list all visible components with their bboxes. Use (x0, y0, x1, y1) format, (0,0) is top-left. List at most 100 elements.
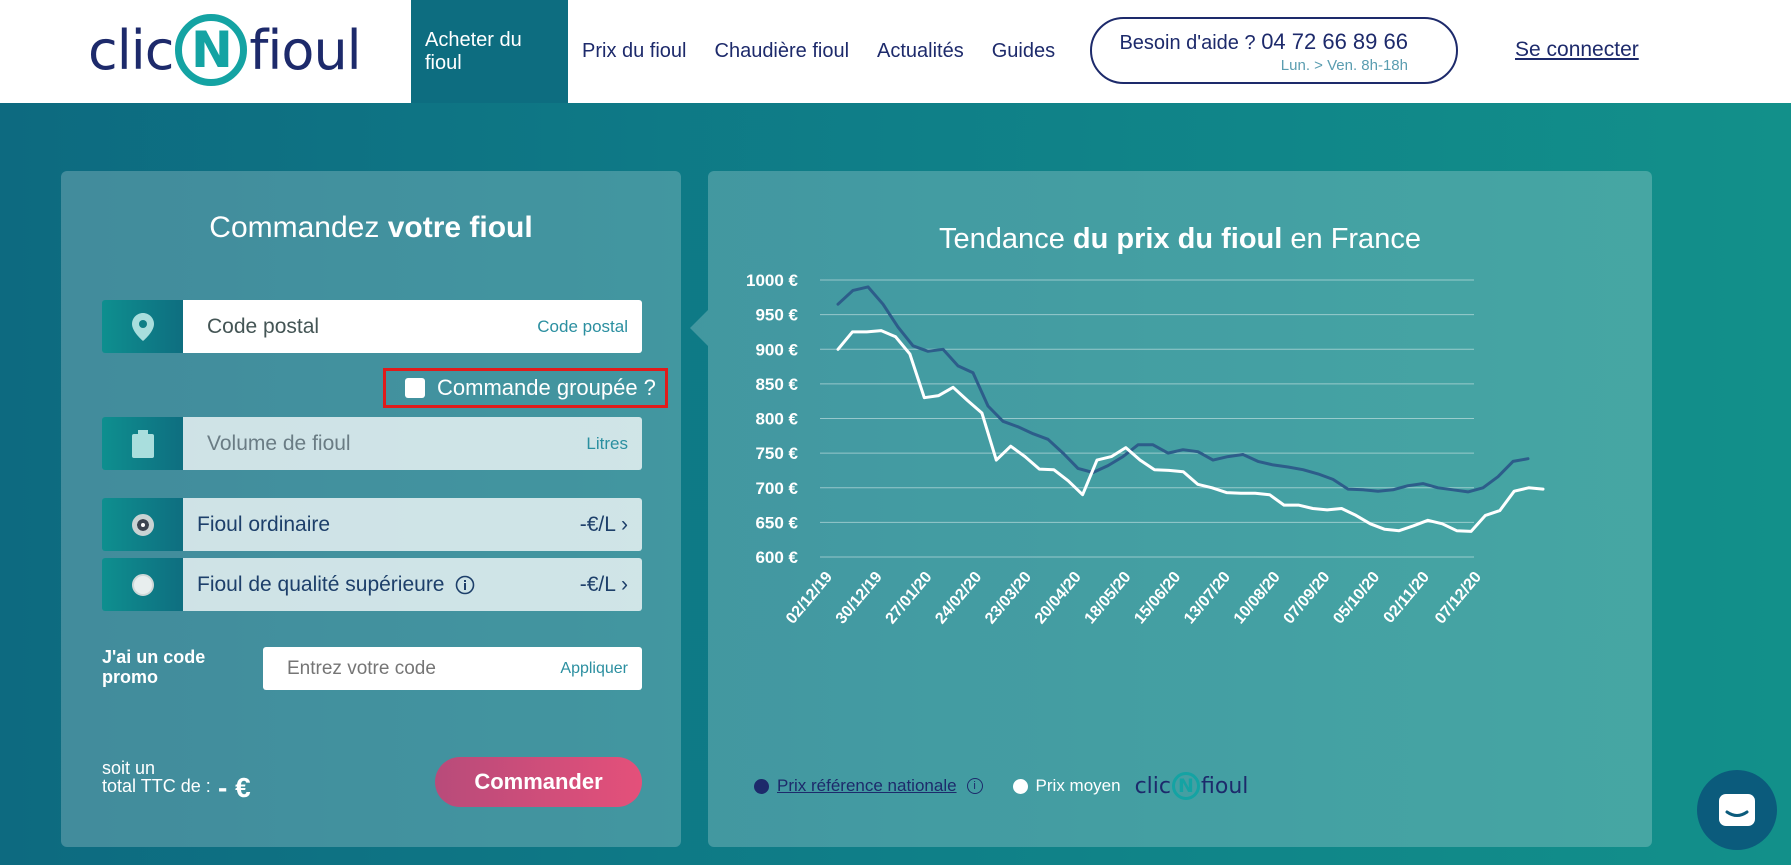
fuel-superior-radio-box[interactable] (102, 558, 183, 611)
mini-logo-right: fioul (1201, 773, 1249, 799)
legend-avg-dot (1012, 778, 1028, 794)
promo-code-input[interactable] (287, 657, 507, 680)
order-button[interactable]: Commander (435, 757, 642, 807)
fuel-can-icon (102, 417, 183, 470)
x-tick-label: 24/02/20 (932, 569, 985, 628)
fuel-superior-body[interactable]: Fioul de qualité supérieure -€/L › (183, 558, 642, 611)
mini-logo-left: clic (1134, 773, 1171, 799)
nav-item-guides[interactable]: Guides (978, 0, 1069, 103)
chart-title-part2: en France (1290, 223, 1421, 255)
help-phone-box[interactable]: Besoin d'aide ? 04 72 66 89 66 Lun. > Ve… (1090, 17, 1458, 84)
series-line-reference (836, 285, 1530, 494)
chevron-right-icon: › (621, 572, 628, 596)
volume-label: Volume de fioul (207, 431, 351, 455)
x-tick-label: 07/09/20 (1281, 569, 1334, 628)
fuel-ordinary-price-value: -€/L (579, 512, 616, 536)
y-tick-label: 650 € (755, 513, 798, 532)
total-label-line2: total TTC de : (102, 776, 211, 796)
fuel-superior-price: -€/L › (580, 573, 628, 597)
series-line-average (836, 329, 1545, 533)
total-label: soit un total TTC de : (102, 759, 211, 795)
promo-field[interactable]: Appliquer (263, 647, 642, 690)
x-tick-label: 30/12/19 (833, 569, 886, 628)
fuel-superior-label: Fioul de qualité supérieure (197, 572, 445, 596)
chevron-right-icon: › (621, 512, 628, 536)
order-title-plain: Commandez (209, 211, 380, 244)
x-tick-label: 10/08/20 (1231, 569, 1284, 628)
order-panel: Commandez votre fioul Code postal Code p… (61, 171, 681, 847)
fuel-ordinary-price: -€/L › (580, 513, 628, 537)
price-chart: 1000 € 950 € 900 € 850 € 800 € 750 € 700 € 650 … (746, 271, 1545, 628)
clicnfioul-logo[interactable]: clic N fioul (88, 10, 362, 90)
y-tick-label: 700 € (755, 479, 798, 498)
postal-code-input-area[interactable]: Code postal Code postal (183, 300, 642, 353)
mini-logo-n: N (1172, 772, 1200, 800)
chart-legend: Prix référence nationale i Prix moyen cl… (754, 772, 1248, 800)
volume-unit: Litres (586, 433, 628, 453)
order-title: Commandez votre fioul (61, 211, 681, 245)
radio-unchecked-icon[interactable] (131, 573, 154, 596)
chart-title: Tendance du prix du fioul en France (708, 223, 1652, 256)
x-tick-label: 07/12/20 (1432, 569, 1485, 628)
chat-widget-button[interactable] (1697, 770, 1777, 850)
fuel-option-superior[interactable]: Fioul de qualité supérieure -€/L › (102, 558, 642, 611)
order-title-bold: votre fioul (387, 211, 533, 244)
promo-label: J'ai un code promo (102, 647, 206, 687)
volume-field[interactable]: Volume de fioul Litres (102, 417, 642, 470)
volume-input-area[interactable]: Volume de fioul Litres (183, 417, 642, 470)
x-tick-label: 15/06/20 (1131, 569, 1184, 628)
help-line: Besoin d'aide ? 04 72 66 89 66 (1092, 29, 1408, 55)
legend-clicnfioul-logo: clic N fioul (1134, 772, 1249, 800)
total-label-line1: soit un (102, 758, 156, 778)
y-tick-label: 950 € (755, 306, 798, 325)
panel-pointer-arrow (690, 310, 708, 346)
nav-item-prix[interactable]: Prix du fioul (568, 0, 701, 103)
login-link[interactable]: Se connecter (1515, 38, 1639, 62)
y-tick-label: 900 € (755, 340, 798, 359)
legend-ref-dot (754, 778, 769, 794)
chat-icon (1719, 794, 1755, 826)
main-nav: Acheter du fioul Prix du fioul Chaudière… (411, 0, 1069, 103)
fuel-superior-label-wrap: Fioul de qualité supérieure (197, 573, 475, 597)
help-text: Besoin d'aide ? (1119, 32, 1256, 54)
legend-ref-link[interactable]: Prix référence nationale (777, 776, 957, 796)
x-tick-label: 05/10/20 (1330, 569, 1383, 628)
chart-title-part1: Tendance (939, 223, 1065, 255)
y-tick-label: 750 € (755, 444, 798, 463)
y-tick-label: 800 € (755, 410, 798, 429)
y-tick-label: 1000 € (746, 271, 799, 290)
info-icon[interactable] (455, 575, 475, 595)
group-order-checkbox[interactable] (405, 378, 425, 398)
total-value: - € (218, 772, 251, 803)
nav-item-acheter[interactable]: Acheter du fioul (411, 0, 568, 103)
chart-title-bold: du prix du fioul (1072, 223, 1283, 255)
nav-item-actualites[interactable]: Actualités (863, 0, 978, 103)
logo-text-right: fioul (249, 18, 361, 82)
fuel-ordinary-radio-box[interactable] (102, 498, 183, 551)
help-phone[interactable]: 04 72 66 89 66 (1261, 29, 1408, 54)
fuel-option-ordinary[interactable]: Fioul ordinaire -€/L › (102, 498, 642, 551)
promo-apply-button[interactable]: Appliquer (560, 660, 628, 678)
x-tick-label: 27/01/20 (883, 569, 936, 628)
x-tick-label: 13/07/20 (1181, 569, 1234, 628)
logo-text-left: clic (88, 18, 174, 82)
nav-item-chaudiere[interactable]: Chaudière fioul (701, 0, 864, 103)
postal-code-unit: Code postal (537, 316, 628, 336)
postal-code-label: Code postal (207, 314, 320, 338)
x-tick-label: 18/05/20 (1082, 569, 1135, 628)
legend-avg-label: Prix moyen (1035, 776, 1121, 795)
logo-n-ring: N (175, 14, 248, 86)
x-tick-label: 02/11/20 (1381, 569, 1434, 627)
group-order-checkbox-row[interactable]: Commande groupée ? (383, 368, 668, 408)
group-order-label[interactable]: Commande groupée ? (437, 375, 656, 401)
site-header: clic N fioul Acheter du fioul Prix du fi… (0, 0, 1791, 103)
x-tick-label: 23/03/20 (982, 569, 1035, 628)
x-tick-label: 02/12/19 (783, 569, 836, 628)
postal-code-field[interactable]: Code postal Code postal (102, 300, 642, 353)
y-tick-label: 850 € (755, 375, 798, 394)
info-icon[interactable]: i (966, 778, 983, 794)
fuel-superior-price-value: -€/L (579, 572, 616, 596)
radio-checked-icon[interactable] (131, 513, 154, 536)
fuel-ordinary-body[interactable]: Fioul ordinaire -€/L › (183, 498, 642, 551)
location-pin-icon (102, 300, 183, 353)
